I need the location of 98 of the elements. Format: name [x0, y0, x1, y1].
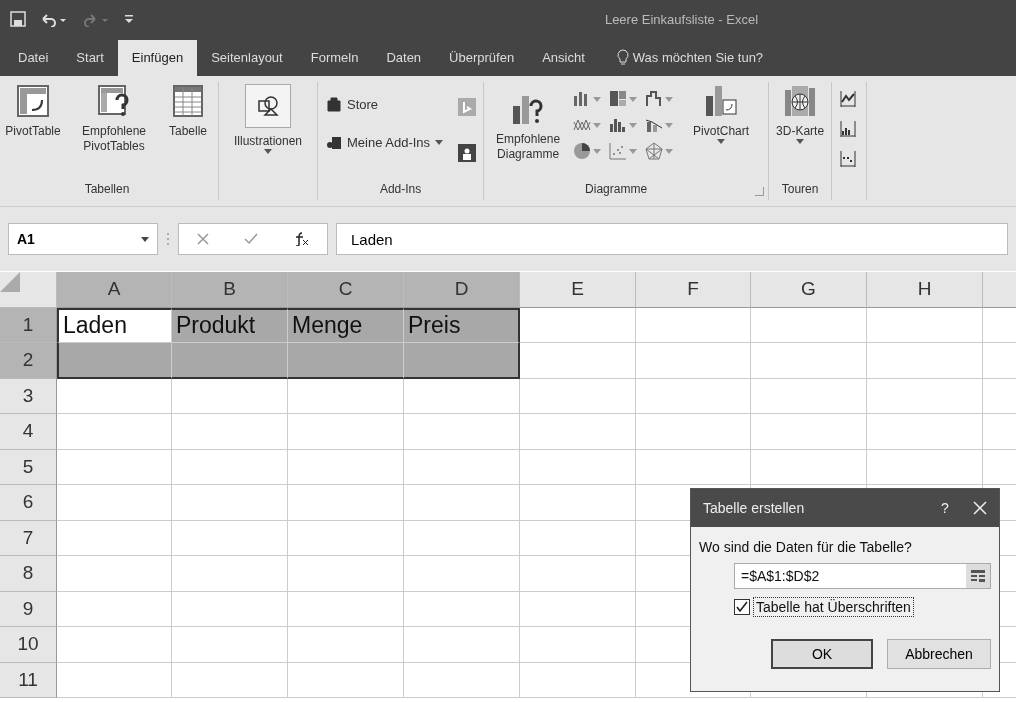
puzzle-icon: [326, 134, 342, 150]
row-header[interactable]: 8: [0, 556, 57, 592]
table-cell: Laden: [57, 307, 172, 343]
checkbox-label[interactable]: Tabelle hat Überschriften: [753, 597, 914, 617]
ribbon-tab[interactable]: Überprüfen: [435, 40, 529, 76]
addin-button[interactable]: Meine Add-Ins: [322, 130, 448, 154]
radar-chart-icon: [645, 142, 664, 160]
range-grid-icon: [970, 569, 986, 583]
pivot-table-icon: [16, 84, 50, 118]
recommended-pivot-icon: [97, 84, 131, 118]
ribbon-tab[interactable]: Start: [62, 40, 118, 76]
table-cell: Menge: [288, 307, 404, 343]
table-icon: [171, 84, 205, 118]
column-sparkline-icon: [839, 120, 858, 138]
ribbon-tab[interactable]: Formeln: [296, 40, 373, 76]
group-label: Diagramme: [585, 182, 648, 198]
ribbon-tab[interactable]: Einfügen: [117, 40, 198, 76]
shapes-button[interactable]: Illustrationen: [223, 82, 313, 182]
group-label: Add-Ins: [378, 182, 423, 198]
row-header[interactable]: 6: [0, 485, 57, 521]
enter-icon: [244, 233, 258, 245]
window-title: Leere Einkaufsliste - Excel: [603, 11, 760, 27]
caret-icon: [665, 148, 674, 154]
row-header[interactable]: 10: [0, 627, 57, 663]
checkbox[interactable]: [734, 599, 750, 615]
dialog-prompt: Wo sind die Daten für die Tabelle?: [699, 539, 913, 555]
shapes-glyph-icon: [257, 95, 279, 117]
row-header[interactable]: 7: [0, 520, 57, 556]
row-header[interactable]: 9: [0, 591, 57, 627]
tell-me-field[interactable]: Was möchten Sie tun?: [598, 49, 764, 76]
caret-icon: [665, 96, 674, 102]
win-loss-sparkline-icon: [839, 150, 858, 168]
column-header[interactable]: E: [520, 272, 636, 308]
caret-icon: [629, 148, 638, 154]
map-button[interactable]: 3D-Karte: [773, 82, 828, 182]
addin-button[interactable]: Store: [322, 92, 448, 116]
ribbon-tab[interactable]: Ansicht: [528, 40, 599, 76]
column-header[interactable]: H: [867, 272, 983, 308]
table-button[interactable]: Tabelle: [162, 82, 214, 182]
group-label: Touren: [780, 182, 820, 198]
row-header[interactable]: 1: [0, 307, 57, 343]
group-label: Tabellen: [83, 182, 131, 198]
help-button[interactable]: ?: [927, 500, 963, 516]
row-header[interactable]: 11: [0, 662, 57, 698]
dialog-button[interactable]: OK: [771, 639, 873, 669]
caret-icon: [593, 96, 602, 102]
recpivot-button[interactable]: Empfohlene PivotTables: [68, 82, 160, 182]
globe-chart-icon: [783, 84, 818, 118]
column-header[interactable]: F: [636, 272, 751, 308]
dialog-title: Tabelle erstellen: [703, 500, 806, 516]
ribbon-tab[interactable]: Seitenlayout: [197, 40, 297, 76]
redo-icon: [82, 11, 110, 27]
caret-icon: [141, 236, 149, 242]
cancel-icon: [196, 233, 209, 245]
table-cell: Produkt: [172, 307, 288, 343]
caret-icon: [629, 96, 638, 102]
caret-icon: [629, 122, 638, 128]
combo-chart-icon: [645, 116, 664, 134]
range-field[interactable]: =$A$1:$D$2: [734, 563, 991, 589]
undo-icon: [40, 11, 68, 27]
row-header[interactable]: 3: [0, 378, 57, 414]
name-box[interactable]: A1: [8, 223, 158, 255]
scatter-chart-icon: [609, 142, 628, 160]
ribbon-tab[interactable]: Datei: [4, 40, 63, 76]
people-graph-icon: [458, 144, 477, 162]
table-cell: Preis: [404, 307, 520, 343]
row-header[interactable]: 4: [0, 414, 57, 450]
grip-icon: [166, 232, 170, 246]
column-header[interactable]: A: [57, 272, 172, 308]
collapse-dialog-icon[interactable]: [966, 564, 990, 588]
recchart-button[interactable]: Empfohlene Diagramme: [488, 82, 569, 182]
column-header[interactable]: G: [751, 272, 867, 308]
hierarchy-chart-icon: [609, 90, 628, 108]
dialog-button[interactable]: Abbrechen: [887, 639, 991, 669]
caret-icon: [593, 122, 602, 128]
lightbulb-icon: [616, 49, 629, 65]
ribbon-tab[interactable]: Daten: [372, 40, 436, 76]
pivot-button[interactable]: PivotTable: [0, 82, 66, 182]
customize-icon: [124, 13, 134, 25]
caret-icon: [665, 122, 674, 128]
pivotchart-button[interactable]: PivotChart: [678, 82, 765, 182]
pivot-chart-icon: [704, 84, 739, 118]
column-header[interactable]: C: [288, 272, 404, 308]
bing-icon: [458, 98, 477, 116]
save-icon: [10, 11, 26, 27]
close-icon: [973, 501, 987, 515]
column-header[interactable]: D: [404, 272, 520, 308]
line-sparkline-icon: [839, 90, 858, 108]
function-icon: [293, 232, 310, 246]
caret-icon: [593, 148, 602, 154]
bag-icon: [326, 96, 342, 112]
pie-chart-icon: [573, 142, 592, 160]
column-header[interactable]: B: [172, 272, 288, 308]
row-header[interactable]: 5: [0, 449, 57, 485]
row-header[interactable]: 2: [0, 343, 57, 379]
formula-field[interactable]: Laden: [336, 223, 1008, 255]
waterfall-chart-icon: [645, 90, 664, 108]
statistic-chart-icon: [609, 116, 628, 134]
